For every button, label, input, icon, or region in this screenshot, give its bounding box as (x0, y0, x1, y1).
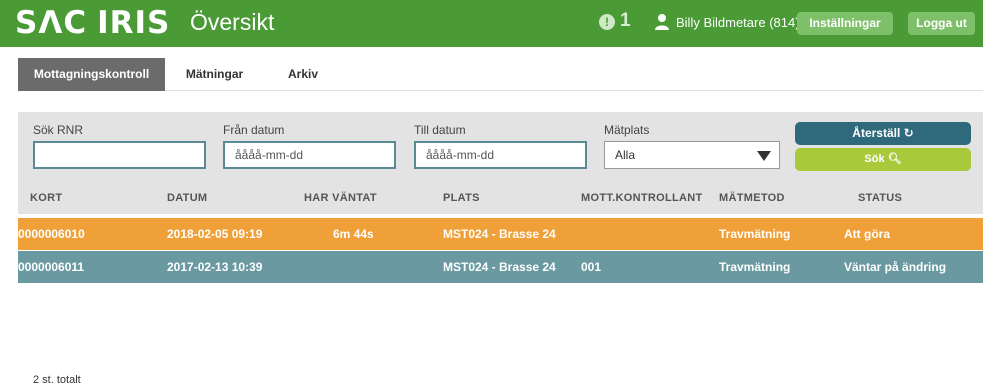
page-title: Översikt (190, 9, 275, 35)
total-count: 2 st. totalt (33, 374, 81, 386)
column-header-matmetod[interactable]: MÄTMETOD (719, 192, 785, 204)
cell-status: Väntar på ändring (844, 260, 947, 274)
cell-plats: MST024 - Brasse 24 (443, 227, 556, 241)
place-select[interactable]: Alla (604, 141, 780, 169)
to-date-label: Till datum (414, 123, 466, 137)
table-row[interactable]: 0000006010 2018-02-05 09:19 6m 44s MST02… (18, 218, 983, 250)
cell-matmetod: Travmätning (719, 260, 791, 274)
table-row[interactable]: 0000006011 2017-02-13 10:39 MST024 - Bra… (18, 251, 983, 283)
settings-button[interactable]: Inställningar (797, 12, 893, 35)
tab-matningar[interactable]: Mätningar (168, 58, 261, 91)
tab-arkiv[interactable]: Arkiv (278, 58, 328, 91)
cell-datum: 2017-02-13 10:39 (167, 260, 263, 274)
column-header-kort[interactable]: KORT (30, 192, 62, 204)
logout-button[interactable]: Logga ut (908, 12, 975, 35)
tab-bar: Mottagningskontroll Mätningar Arkiv (18, 58, 983, 91)
tab-mottagningskontroll[interactable]: Mottagningskontroll (18, 58, 165, 91)
column-header-har-vantat[interactable]: HAR VÄNTAT (304, 192, 377, 204)
cell-har-vantat: 6m 44s (333, 227, 374, 241)
chevron-down-icon (757, 151, 771, 161)
sac-iris-logo[interactable]: SΛC IRIS (15, 5, 171, 41)
column-header-status[interactable]: STATUS (858, 192, 902, 204)
from-date-input[interactable]: åååå-mm-dd (223, 141, 396, 169)
alert-count[interactable]: 1 (620, 10, 631, 32)
logo-iris: IRIS (97, 5, 171, 41)
column-header-plats[interactable]: PLATS (443, 192, 480, 204)
logo-sac: SΛC (15, 5, 88, 41)
user-name[interactable]: Billy Bildmetare (814) (676, 15, 800, 30)
cell-status: Att göra (844, 227, 890, 241)
cell-matmetod: Travmätning (719, 227, 791, 241)
cell-kort: 0000006010 (18, 227, 85, 241)
cell-mott-kontrollant: 001 (581, 260, 602, 274)
from-date-label: Från datum (223, 123, 285, 137)
cell-datum: 2018-02-05 09:19 (167, 227, 263, 241)
column-header-datum[interactable]: DATUM (167, 192, 207, 204)
to-date-input[interactable]: åååå-mm-dd (414, 141, 587, 169)
alert-icon[interactable]: ! (599, 14, 615, 30)
cell-plats: MST024 - Brasse 24 (443, 260, 556, 274)
rnr-search-input[interactable] (33, 141, 206, 169)
app-header: SΛC IRIS Översikt ! 1 Billy Bildmetare (… (0, 0, 983, 47)
search-button[interactable]: Sök 🔍︎ (795, 148, 971, 171)
user-icon (655, 14, 669, 30)
reset-button[interactable]: Återställ ↻ (795, 122, 971, 145)
place-select-value: Alla (615, 148, 636, 162)
cell-kort: 0000006011 (18, 260, 85, 274)
place-label: Mätplats (604, 123, 650, 137)
column-header-mott-kontrollant[interactable]: MOTT.KONTROLLANT (581, 192, 703, 204)
rnr-label: Sök RNR (33, 123, 84, 137)
filter-panel: Sök RNR Från datum åååå-mm-dd Till datum… (18, 112, 983, 214)
